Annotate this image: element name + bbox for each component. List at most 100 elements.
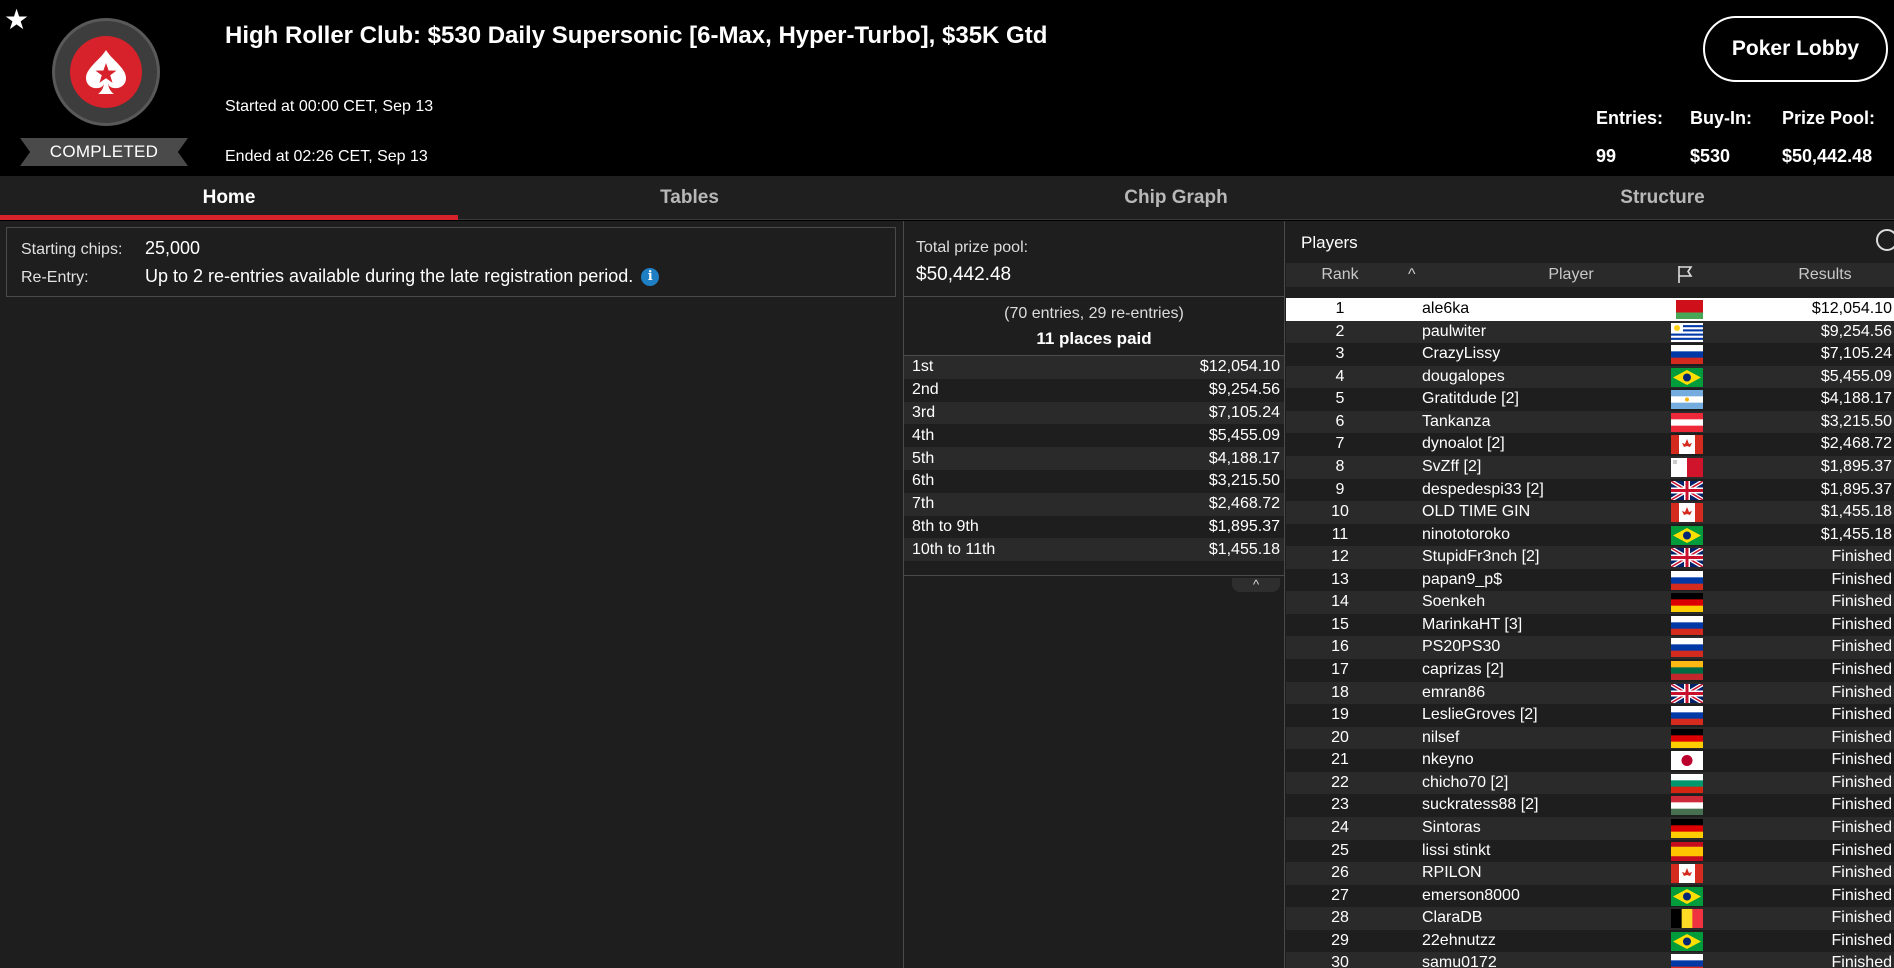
player-row[interactable]: 27 emerson8000 Finished (1286, 884, 1894, 908)
player-row[interactable]: 11 ninototoroko $1,455.18 (1286, 523, 1894, 547)
player-row[interactable]: 1 ale6ka $12,054.10 (1286, 298, 1894, 321)
player-row[interactable]: 25 lissi stinkt Finished (1286, 839, 1894, 863)
payout-amount: $2,468.72 (1208, 495, 1280, 513)
player-name: SvZff [2] (1422, 457, 1482, 475)
tab-home[interactable]: Home (0, 176, 458, 220)
player-row[interactable]: 28 ClaraDB Finished (1286, 907, 1894, 930)
player-row[interactable]: 18 emran86 Finished (1286, 681, 1894, 705)
tournament-info-box: Starting chips: 25,000 Re-Entry: Up to 2 r… (6, 227, 896, 297)
player-name: CrazyLissy (1422, 345, 1501, 363)
start-time: Started at 00:00 CET, Sep 13 (225, 98, 434, 115)
player-row[interactable]: 21 nkeyno Finished (1286, 749, 1894, 772)
player-row[interactable]: 29 22ehnutzz Finished (1286, 929, 1894, 953)
player-name: ninototoroko (1422, 525, 1511, 543)
japan-flag-icon (1671, 751, 1703, 771)
player-name: lissi stinkt (1422, 841, 1491, 859)
players-column-headers: Rank ^ Player Results (1286, 263, 1894, 287)
total-prize-pool-label: Total prize pool: (916, 239, 1029, 256)
tab-tables[interactable]: Tables (458, 176, 921, 220)
reentry-value: Up to 2 re-entries available during the … (145, 266, 634, 286)
starting-chips-label: Starting chips: (21, 241, 123, 258)
flag-column-icon[interactable] (1674, 263, 1704, 287)
player-row[interactable]: 30 samu0172 Finished (1286, 952, 1894, 968)
starting-chips-row: Starting chips: 25,000 (21, 238, 200, 259)
player-rank: 12 (1331, 548, 1349, 566)
player-rank: 7 (1335, 435, 1345, 453)
player-row[interactable]: 6 Tankanza $3,215.50 (1286, 410, 1894, 434)
column-results[interactable]: Results (1756, 263, 1894, 287)
buyin-value: $530 (1690, 146, 1731, 166)
tab-structure[interactable]: Structure (1431, 176, 1894, 220)
belgium-flag-icon (1671, 909, 1703, 929)
russia-flag-icon (1671, 638, 1703, 658)
player-rank: 27 (1331, 886, 1349, 904)
tab-chip-graph[interactable]: Chip Graph (921, 176, 1431, 220)
player-row[interactable]: 23 suckratess88 [2] Finished (1286, 794, 1894, 817)
player-row[interactable]: 3 CrazyLissy $7,105.24 (1286, 343, 1894, 366)
player-rank: 14 (1331, 593, 1349, 611)
player-rank: 9 (1335, 480, 1345, 498)
player-result: Finished (1831, 909, 1892, 927)
player-row[interactable]: 4 dougalopes $5,455.09 (1286, 365, 1894, 389)
player-row[interactable]: 5 Gratitdude [2] $4,188.17 (1286, 388, 1894, 411)
player-result: $9,254.56 (1820, 322, 1892, 340)
player-row[interactable]: 9 despedespi33 [2] $1,895.37 (1286, 478, 1894, 502)
buyin-label: Buy-In: (1690, 108, 1752, 128)
player-result: $7,105.24 (1820, 345, 1892, 363)
player-result: Finished (1831, 886, 1892, 904)
payout-place: 1st (912, 358, 934, 376)
payout-row: 2nd $9,254.56 (904, 378, 1284, 402)
player-row[interactable]: 19 LeslieGroves [2] Finished (1286, 704, 1894, 727)
collapse-chevron-icon[interactable]: ^ (1232, 578, 1280, 592)
germany-flag-icon (1671, 728, 1703, 748)
player-rank: 25 (1331, 841, 1349, 859)
player-row[interactable]: 20 nilsef Finished (1286, 726, 1894, 750)
prize-pool-header: Total prize pool: $50,442.48 (904, 221, 1284, 297)
payout-list: 1st $12,054.10 2nd $9,254.56 3rd $7,105.24 4th… (904, 355, 1284, 562)
payout-amount: $12,054.10 (1199, 358, 1280, 376)
russia-flag-icon (1671, 706, 1703, 726)
player-name: papan9_p$ (1422, 570, 1503, 588)
poker-lobby-button[interactable]: Poker Lobby (1703, 16, 1888, 82)
player-row[interactable]: 7 dynoalot [2] $2,468.72 (1286, 433, 1894, 456)
entries-note: (70 entries, 29 re-entries) (1004, 305, 1184, 322)
player-row[interactable]: 16 PS20PS30 Finished (1286, 636, 1894, 659)
player-rank: 15 (1331, 615, 1349, 633)
player-row[interactable]: 22 chicho70 [2] Finished (1286, 771, 1894, 795)
reentry-label: Re-Entry: (21, 269, 89, 286)
column-rank[interactable]: Rank (1286, 263, 1394, 287)
player-result: Finished (1831, 706, 1892, 724)
info-icon[interactable]: i (641, 268, 660, 287)
player-row[interactable]: 26 RPILON Finished (1286, 862, 1894, 885)
player-result: $1,455.18 (1820, 525, 1892, 543)
favorite-star-icon[interactable]: ★ (4, 6, 29, 34)
player-row[interactable]: 12 StupidFr3nch [2] Finished (1286, 546, 1894, 569)
brazil-flag-icon (1671, 367, 1703, 387)
player-row[interactable]: 13 papan9_p$ Finished (1286, 568, 1894, 592)
payout-place: 3rd (912, 403, 936, 421)
column-player[interactable]: Player (1476, 263, 1666, 287)
austria-flag-icon (1671, 412, 1703, 432)
player-row[interactable]: 15 MarinkaHT [3] Finished (1286, 613, 1894, 637)
player-row[interactable]: 14 Soenkeh Finished (1286, 591, 1894, 614)
spade-icon (70, 36, 142, 108)
sort-ascending-icon[interactable]: ^ (1408, 263, 1428, 287)
tab-bar: Home Tables Chip Graph Structure (0, 176, 1894, 220)
player-row[interactable]: 17 caprizas [2] Finished (1286, 659, 1894, 682)
player-row[interactable]: 8 SvZff [2] $1,895.37 (1286, 455, 1894, 479)
player-rank: 1 (1335, 300, 1345, 317)
payout-amount: $3,215.50 (1208, 472, 1280, 490)
player-rank: 10 (1331, 503, 1349, 521)
player-name: caprizas [2] (1422, 661, 1504, 678)
places-paid: 11 places paid (1036, 329, 1152, 348)
player-name: nilsef (1422, 728, 1460, 746)
player-rank: 8 (1335, 457, 1345, 475)
search-icon[interactable] (1876, 229, 1894, 251)
payout-amount: $5,455.09 (1208, 426, 1280, 444)
player-row[interactable]: 24 Sintoras Finished (1286, 816, 1894, 840)
player-result: Finished (1831, 954, 1892, 968)
player-row[interactable]: 2 paulwiter $9,254.56 (1286, 320, 1894, 344)
home-content: Starting chips: 25,000 Re-Entry: Up to 2 r… (0, 221, 1894, 968)
player-row[interactable]: 10 OLD TIME GIN $1,455.18 (1286, 501, 1894, 524)
canada-flag-icon (1671, 503, 1703, 523)
